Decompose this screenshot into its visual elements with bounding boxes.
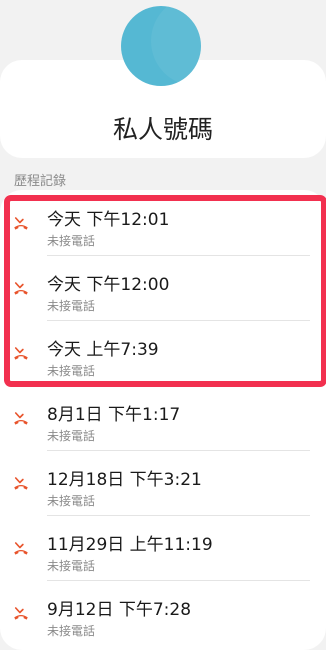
call-history-item[interactable]: 11月29日 上午11:19 未接電話 <box>0 516 326 581</box>
call-time: 今天 上午7:39 <box>47 340 159 360</box>
call-history-item[interactable]: 今天 上午7:39 未接電話 <box>0 321 326 386</box>
call-history-list: 今天 下午12:01 未接電話 今天 下午12:00 未接電話 今天 上午7:3… <box>0 191 326 646</box>
call-time: 今天 下午12:00 <box>47 275 170 295</box>
call-time: 8月1日 下午1:17 <box>47 405 181 425</box>
call-status: 未接電話 <box>47 624 96 638</box>
missed-call-icon <box>14 347 28 360</box>
call-time: 12月18日 下午3:21 <box>47 470 202 490</box>
call-time: 9月12日 下午7:28 <box>47 600 192 620</box>
missed-call-icon <box>14 542 28 555</box>
call-history-item[interactable]: 12月18日 下午3:21 未接電話 <box>0 451 326 516</box>
missed-call-icon <box>14 282 28 295</box>
missed-call-icon <box>14 607 28 620</box>
call-history-item[interactable]: 今天 下午12:01 未接電話 <box>0 191 326 256</box>
contact-avatar <box>121 6 201 86</box>
call-status: 未接電話 <box>47 234 96 248</box>
call-history-item[interactable]: 今天 下午12:00 未接電話 <box>0 256 326 321</box>
call-time: 今天 下午12:01 <box>47 210 170 230</box>
missed-call-icon <box>14 477 28 490</box>
call-status: 未接電話 <box>47 299 96 313</box>
contact-name: 私人號碼 <box>112 115 213 144</box>
call-history-item[interactable]: 9月12日 下午7:28 未接電話 <box>0 581 326 646</box>
call-history-item[interactable]: 8月1日 下午1:17 未接電話 <box>0 386 326 451</box>
call-status: 未接電話 <box>47 429 96 443</box>
missed-call-icon <box>14 217 28 230</box>
call-status: 未接電話 <box>47 559 96 573</box>
call-status: 未接電話 <box>47 494 96 508</box>
call-status: 未接電話 <box>47 364 96 378</box>
history-section-title: 歷程記錄 <box>14 174 67 189</box>
missed-call-icon <box>14 412 28 425</box>
call-time: 11月29日 上午11:19 <box>47 535 213 555</box>
